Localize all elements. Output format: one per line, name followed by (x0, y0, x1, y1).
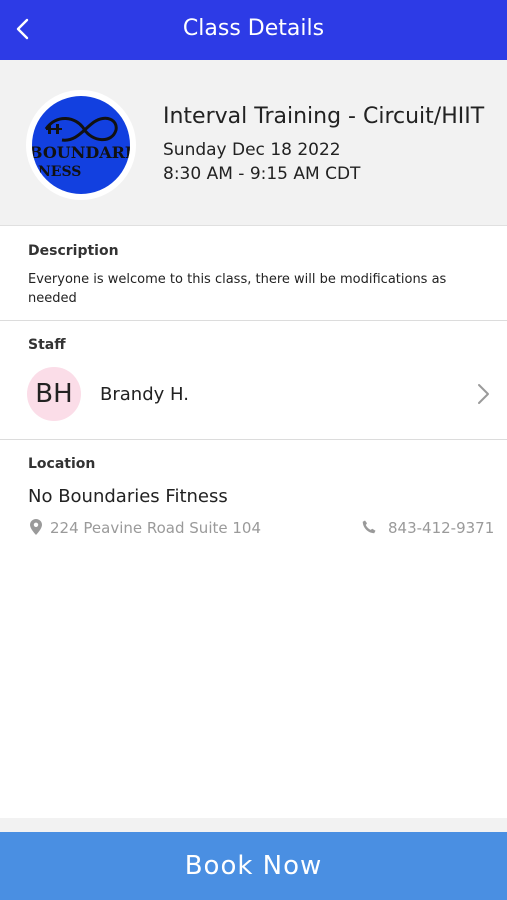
class-name: Interval Training - Circuit/HIIT (163, 104, 485, 129)
footer-divider (0, 818, 507, 832)
location-name: No Boundaries Fitness (28, 486, 228, 507)
logo-badge: BOUNDARI NESS (32, 96, 130, 194)
description-section: Description Everyone is welcome to this … (0, 227, 507, 321)
page-title: Class Details (182, 16, 325, 41)
location-label: Location (28, 456, 96, 472)
avatar: BH (27, 367, 81, 421)
class-header: BOUNDARI NESS Interval Training - Circui… (0, 60, 507, 226)
location-address[interactable]: 224 Peavine Road Suite 104 (50, 519, 261, 537)
top-bar: Class Details (0, 0, 507, 60)
logo-text-bottom: NESS (38, 164, 81, 180)
location-phone[interactable]: 843-412-9371 (388, 519, 494, 537)
class-date: Sunday Dec 18 2022 (163, 140, 341, 160)
class-time: 8:30 AM - 9:15 AM CDT (163, 164, 361, 184)
map-pin-icon (30, 519, 42, 535)
phone-icon (362, 520, 376, 534)
studio-logo: BOUNDARI NESS (26, 90, 136, 200)
description-text: Everyone is welcome to this class, there… (28, 272, 447, 306)
chevron-right-icon (478, 384, 489, 404)
description-label: Description (28, 243, 119, 259)
staff-name: Brandy H. (100, 384, 189, 405)
staff-section: Staff BH Brandy H. (0, 322, 507, 440)
book-now-button[interactable]: Book Now (0, 832, 507, 900)
staff-row[interactable]: BH Brandy H. (0, 366, 507, 424)
staff-label: Staff (28, 337, 66, 353)
location-section: Location No Boundaries Fitness 224 Peavi… (0, 441, 507, 561)
logo-text-top: BOUNDARI (32, 143, 130, 162)
